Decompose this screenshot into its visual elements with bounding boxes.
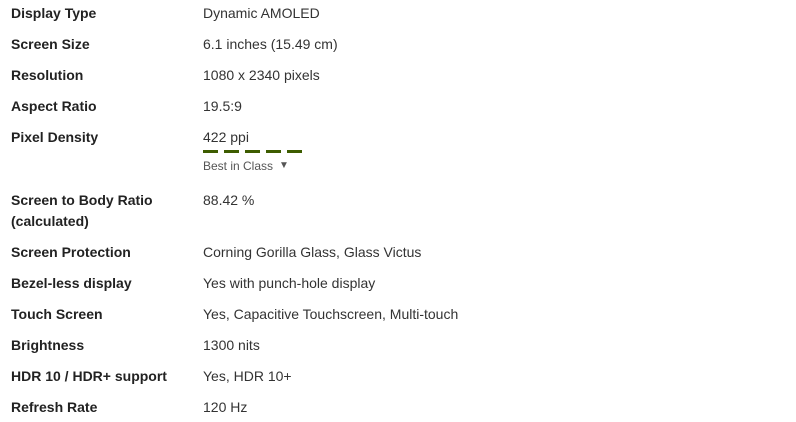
rating-segment bbox=[245, 150, 260, 153]
spec-row-pixel-density: Pixel Density 422 ppi Best in Class ▼ bbox=[0, 127, 796, 173]
spec-row-screen-to-body-ratio: Screen to Body Ratio (calculated) 88.42 … bbox=[0, 190, 796, 232]
spec-label: Display Type bbox=[11, 5, 97, 21]
best-in-class-toggle[interactable]: Best in Class ▼ bbox=[203, 159, 796, 173]
spec-label: Refresh Rate bbox=[11, 399, 98, 415]
spec-value: 1300 nits bbox=[203, 337, 260, 353]
spec-label: Screen to Body Ratio (calculated) bbox=[11, 192, 153, 229]
rating-segment bbox=[224, 150, 239, 153]
spec-label: HDR 10 / HDR+ support bbox=[11, 368, 167, 384]
display-spec-table: Display Type Dynamic AMOLED Screen Size … bbox=[0, 0, 796, 415]
spec-label: Screen Protection bbox=[11, 244, 131, 260]
spec-value: Yes with punch-hole display bbox=[203, 275, 376, 291]
spec-value: 120 Hz bbox=[203, 399, 248, 415]
spec-value: Yes, Capacitive Touchscreen, Multi-touch bbox=[203, 306, 459, 322]
spec-row-screen-size: Screen Size 6.1 inches (15.49 cm) bbox=[0, 34, 796, 55]
spec-value: 422 ppi bbox=[203, 129, 249, 145]
spec-label: Aspect Ratio bbox=[11, 98, 97, 114]
spec-value: 19.5:9 bbox=[203, 98, 242, 114]
spec-row-screen-protection: Screen Protection Corning Gorilla Glass,… bbox=[0, 242, 796, 263]
rating-label: Best in Class bbox=[203, 159, 274, 173]
spec-label: Touch Screen bbox=[11, 306, 103, 322]
spec-row-resolution: Resolution 1080 x 2340 pixels bbox=[0, 65, 796, 86]
spec-row-hdr-support: HDR 10 / HDR+ support Yes, HDR 10+ bbox=[0, 366, 796, 387]
spec-value: Dynamic AMOLED bbox=[203, 5, 320, 21]
spec-row-aspect-ratio: Aspect Ratio 19.5:9 bbox=[0, 96, 796, 117]
rating-segment bbox=[203, 150, 218, 153]
spec-row-bezel-less: Bezel-less display Yes with punch-hole d… bbox=[0, 273, 796, 294]
spec-value: 1080 x 2340 pixels bbox=[203, 67, 320, 83]
spec-value-group: 422 ppi Best in Class ▼ bbox=[203, 127, 796, 173]
spec-value: 6.1 inches (15.49 cm) bbox=[203, 36, 338, 52]
caret-down-icon: ▼ bbox=[279, 160, 289, 171]
spec-row-touch-screen: Touch Screen Yes, Capacitive Touchscreen… bbox=[0, 304, 796, 325]
spec-value: Corning Gorilla Glass, Glass Victus bbox=[203, 244, 422, 260]
rating-segment bbox=[266, 150, 281, 153]
spec-label: Screen Size bbox=[11, 36, 90, 52]
rating-bar bbox=[203, 150, 796, 153]
spec-row-refresh-rate: Refresh Rate 120 Hz bbox=[0, 397, 796, 418]
spec-row-brightness: Brightness 1300 nits bbox=[0, 335, 796, 356]
spec-row-display-type: Display Type Dynamic AMOLED bbox=[0, 3, 796, 24]
spec-label: Resolution bbox=[11, 67, 84, 83]
spec-label: Bezel-less display bbox=[11, 275, 132, 291]
spec-value: Yes, HDR 10+ bbox=[203, 368, 292, 384]
spec-label: Brightness bbox=[11, 337, 85, 353]
spec-label: Pixel Density bbox=[11, 129, 99, 145]
spec-value: 88.42 % bbox=[203, 192, 255, 208]
rating-segment bbox=[287, 150, 302, 153]
